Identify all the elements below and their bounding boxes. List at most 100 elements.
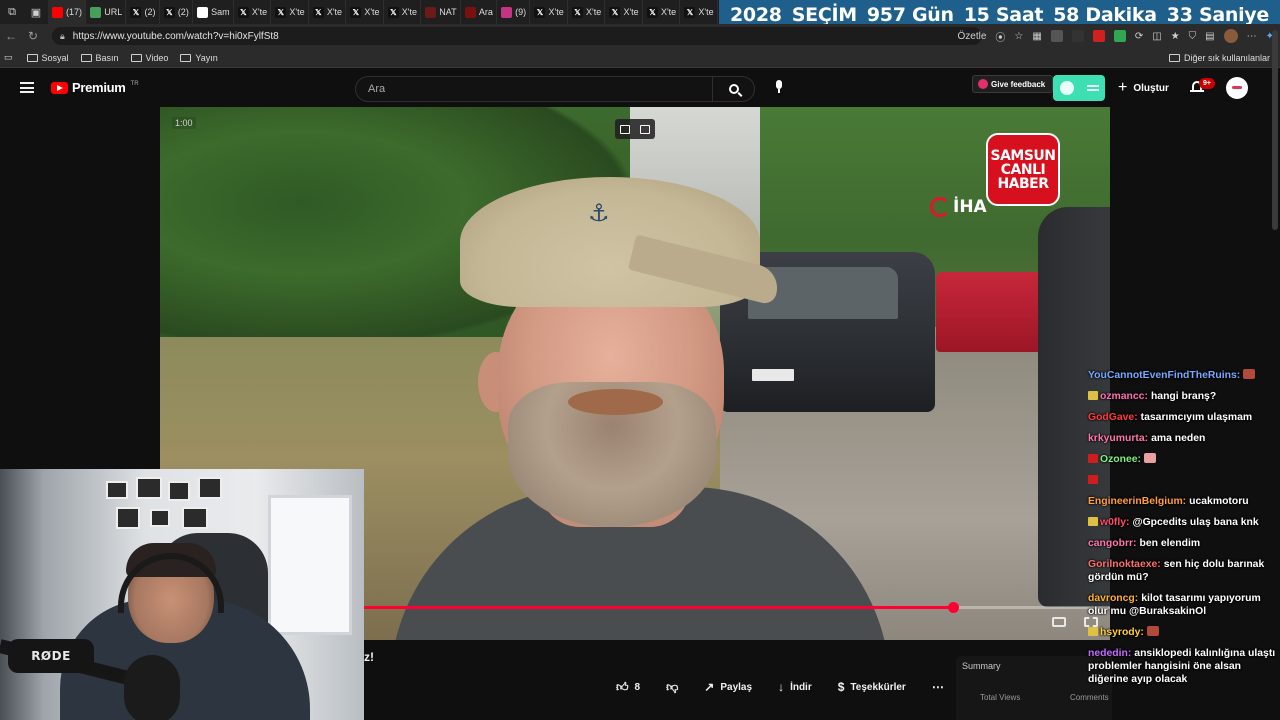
back-icon[interactable]: ←: [0, 24, 22, 48]
chat-username[interactable]: cangobrr:: [1088, 538, 1137, 549]
extension-icon[interactable]: [1092, 30, 1105, 42]
youtube-logo[interactable]: Premium TR: [51, 80, 139, 95]
x-favicon-icon: 𝕏: [684, 6, 696, 18]
browser-tab[interactable]: 𝕏 X'te: [568, 0, 606, 24]
url-field[interactable]: 🔒︎ https://www.youtube.com/watch?v=hi0xF…: [52, 27, 982, 45]
extension-icon[interactable]: [1071, 30, 1084, 42]
region-code: TR: [130, 80, 139, 87]
thumbs-down-icon: 👎︎: [666, 679, 679, 694]
browser-tab[interactable]: 𝕏 (2): [160, 0, 194, 24]
shield-icon[interactable]: ⛉: [1189, 31, 1197, 42]
chat-emote-icon: [1146, 626, 1159, 636]
summarize-button[interactable]: Özetle: [958, 31, 987, 42]
give-feedback-button[interactable]: Give feedback: [972, 75, 1054, 93]
chat-username[interactable]: YouCannotEvenFindTheRuins:: [1088, 370, 1240, 381]
chat-message: cangobrr: ben elendim: [1088, 533, 1280, 554]
favorite-star-icon[interactable]: ☆: [1014, 31, 1023, 42]
split-screen-icon[interactable]: ◫: [1152, 31, 1161, 42]
dislike-button[interactable]: 👎︎: [666, 680, 678, 695]
chat-badge-icon: [1088, 517, 1098, 526]
browser-tab[interactable]: (17): [48, 0, 87, 24]
browser-tab[interactable]: 𝕏 X'te: [605, 0, 643, 24]
download-button[interactable]: ↓ İndir: [778, 680, 812, 694]
chat-username[interactable]: Ozonee:: [1100, 454, 1141, 465]
browser-tab[interactable]: 𝕏 X'te: [309, 0, 347, 24]
search-button[interactable]: [712, 77, 754, 101]
video-progress-bar[interactable]: [364, 602, 1110, 613]
browser-tab[interactable]: 𝕏 X'te: [234, 0, 272, 24]
chat-emote-icon: [1144, 453, 1156, 463]
browser-tab[interactable]: 𝕏 X'te: [384, 0, 422, 24]
chat-username[interactable]: GodGave:: [1088, 412, 1138, 423]
browser-tab-label: X'te: [289, 7, 305, 17]
thanks-button[interactable]: $ Teşekkürler: [838, 680, 906, 694]
account-avatar[interactable]: [1226, 77, 1248, 99]
countdown-year: 2028: [730, 4, 782, 26]
edit-icon[interactable]: [640, 124, 650, 134]
chat-username[interactable]: krkyumurta:: [1088, 433, 1148, 444]
miniplayer-controls[interactable]: [615, 119, 655, 139]
chat-username[interactable]: nededin:: [1088, 648, 1131, 659]
bookmark-tab-icon[interactable]: ▭: [4, 52, 13, 63]
bookmark-folder-yayin[interactable]: Yayın: [180, 53, 218, 63]
browser-tab[interactable]: 𝕏 X'te: [530, 0, 568, 24]
browser-tab[interactable]: (9): [497, 0, 531, 24]
app-grid-icon[interactable]: ▦: [1032, 31, 1041, 42]
bookmark-folder-basin[interactable]: Basın: [80, 53, 119, 63]
tab-actions-icon[interactable]: ▣: [24, 0, 48, 24]
extension-toggle-button[interactable]: [1053, 75, 1105, 101]
reader-icon[interactable]: ⦿: [995, 29, 1005, 44]
browser-tab[interactable]: Ara: [461, 0, 498, 24]
bookmarks-bar: ▭ Sosyal Basın Video Yayın Diğer sık kul…: [0, 48, 1280, 68]
other-bookmarks-folder[interactable]: Diğer sık kullanılanlar: [1168, 48, 1270, 68]
scrollbar-thumb[interactable]: [1272, 30, 1278, 230]
browser-tab[interactable]: 𝕏 X'te: [643, 0, 681, 24]
chat-username[interactable]: davroncg:: [1088, 593, 1138, 604]
browser-tab[interactable]: NAT: [421, 0, 461, 24]
bookmark-folder-video[interactable]: Video: [130, 53, 168, 63]
more-actions-button[interactable]: ⋯: [932, 680, 944, 694]
miniplayer-icon[interactable]: [620, 124, 630, 134]
voice-search-icon[interactable]: [773, 80, 785, 96]
browser-tab[interactable]: 𝕏 (2): [126, 0, 160, 24]
theater-mode-icon[interactable]: [1052, 617, 1066, 627]
menu-icon[interactable]: [20, 82, 34, 93]
samsun-canli-haber-logo: SAMSUN CANLI HABER: [986, 133, 1060, 206]
toggle-knob-icon: [1059, 81, 1074, 95]
chat-username[interactable]: EngineerinBelgium:: [1088, 496, 1186, 507]
iha-ring-icon: [930, 197, 950, 217]
feedback-icon: [978, 79, 988, 89]
browser-tab[interactable]: 𝕏 X'te: [680, 0, 718, 24]
browser-tab-label: X'te: [698, 7, 714, 17]
profile-avatar[interactable]: [1223, 29, 1238, 43]
more-menu-icon[interactable]: ⋯: [1247, 31, 1257, 42]
page-scrollbar[interactable]: [1272, 30, 1278, 710]
chat-username[interactable]: w0fly:: [1100, 517, 1129, 528]
browser-tab-label: (9): [515, 7, 527, 17]
chat-username[interactable]: hsyrody:: [1100, 627, 1144, 638]
browser-tab[interactable]: Sam: [193, 0, 234, 24]
chat-text: ben elendim: [1139, 538, 1201, 549]
browser-tab[interactable]: URL: [86, 0, 127, 24]
like-button[interactable]: 👍︎ 8: [616, 680, 640, 695]
chat-message: EngineerinBelgium: ucakmotoru: [1088, 491, 1280, 512]
collections-icon[interactable]: ▤: [1205, 31, 1214, 42]
extension-icon[interactable]: [1050, 30, 1063, 42]
create-button[interactable]: + Oluştur: [1118, 78, 1169, 98]
thumbs-up-icon: 👍︎: [616, 679, 629, 694]
instagram-favicon-icon: [501, 6, 513, 18]
chat-username[interactable]: Gorilnoktaexe:: [1088, 559, 1161, 570]
favorites-icon[interactable]: ★: [1171, 31, 1180, 42]
reload-icon[interactable]: ↻: [22, 24, 44, 48]
share-button[interactable]: ↗ Paylaş: [704, 680, 752, 694]
x-favicon-icon: 𝕏: [609, 6, 621, 18]
extension-icon[interactable]: [1113, 30, 1126, 42]
chat-badge-icon: [1088, 391, 1098, 400]
workspaces-icon[interactable]: ⧉: [0, 0, 24, 24]
bookmark-folder-sosyal[interactable]: Sosyal: [26, 53, 69, 63]
browser-tab[interactable]: 𝕏 X'te: [271, 0, 309, 24]
refresh-extension-icon[interactable]: ⟳: [1135, 31, 1143, 42]
chat-username[interactable]: ozmancc:: [1100, 391, 1148, 402]
browser-tab[interactable]: 𝕏 X'te: [346, 0, 384, 24]
search-input[interactable]: [356, 77, 712, 101]
